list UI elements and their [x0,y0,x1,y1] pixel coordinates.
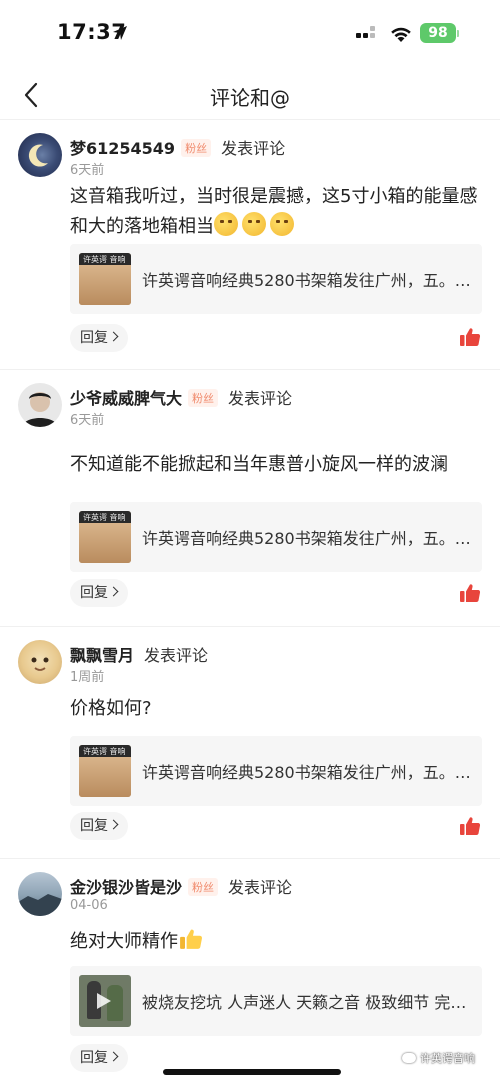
user-line: 飘飘雪月 发表评论 [70,642,208,666]
username[interactable]: 少爷威威脾气大 [70,389,182,408]
reply-button[interactable]: 回复 [70,324,128,352]
video-title: 许英谔音响经典5280书架箱发往广州，五。… [142,271,471,290]
avatar[interactable] [18,383,62,427]
username[interactable]: 金沙银沙皆是沙 [70,878,182,897]
cellular-signal-icon [356,26,382,44]
thinking-emoji-icon [214,212,238,236]
video-title: 许英谔音响经典5280书架箱发往广州，五。… [142,529,471,548]
thumb-label: 许英谔 音响 [83,255,126,264]
thumbs-up-icon[interactable] [459,582,481,604]
thinking-emoji-icon [270,212,294,236]
action-text: 发表评论 [144,646,209,665]
avatar[interactable] [18,133,62,177]
video-title: 被烧友挖坑 人声迷人 天籁之音 极致细节 完… [142,993,467,1012]
wifi-icon [391,27,411,42]
battery-icon: 98 [420,23,456,43]
fan-badge: 粉丝 [188,389,219,407]
video-card[interactable]: 许英谔 音响 许英谔音响经典5280书架箱发往广州，五。… [70,502,482,572]
comment-text-content: 绝对大师精作 [70,931,178,952]
comment-text: 不知道能不能掀起和当年惠普小旋风一样的波澜 [70,454,448,475]
action-text: 发表评论 [228,389,293,408]
reply-label: 回复 [80,585,108,601]
video-thumbnail: 许英谔 音响 [79,745,131,797]
cartoon-avatar-icon [31,657,49,671]
comment-time: 6天前 [70,413,105,428]
video-title: 许英谔音响经典5280书架箱发往广州，五。… [142,763,471,782]
video-thumbnail [79,975,131,1027]
wechat-icon [402,1053,416,1063]
action-text: 发表评论 [228,878,293,897]
location-arrow-icon [113,26,127,40]
reply-button[interactable]: 回复 [70,579,128,607]
user-line: 少爷威威脾气大 粉丝 发表评论 [70,385,292,409]
thinking-emoji-icon [242,212,266,236]
thumbs-up-emoji-icon [180,929,202,949]
page-title: 评论和@ [210,86,290,110]
comment-item: 少爷威威脾气大 粉丝 发表评论 6天前 不知道能不能掀起和当年惠普小旋风一样的波澜 … [0,371,500,627]
thumb-label: 许英谔 音响 [83,513,126,522]
comment-text: 价格如何? [70,698,152,719]
play-icon [97,993,111,1009]
reply-label: 回复 [80,818,108,834]
video-card[interactable]: 被烧友挖坑 人声迷人 天籁之音 极致细节 完… [70,966,482,1036]
thumb-label: 许英谔 音响 [83,747,126,756]
watermark-text: 许英谔音响 [420,1052,475,1065]
thumbs-up-icon[interactable] [459,326,481,348]
reply-button[interactable]: 回复 [70,1044,128,1072]
user-line: 金沙银沙皆是沙 粉丝 发表评论 [70,874,292,898]
chevron-right-icon [108,819,119,830]
status-bar: 17:37 98 [0,0,500,70]
battery-tip [457,30,459,37]
video-thumbnail: 许英谔 音响 [79,511,131,563]
reply-label: 回复 [80,1050,108,1066]
video-card[interactable]: 许英谔 音响 许英谔音响经典5280书架箱发往广州，五。… [70,736,482,806]
video-thumbnail: 许英谔 音响 [79,253,131,305]
comment-item: 梦61254549 粉丝 发表评论 6天前 这音箱我听过，当时很是震撼，这5寸小箱的… [0,121,500,370]
avatar[interactable] [18,640,62,684]
chevron-right-icon [108,331,119,342]
avatar[interactable] [18,872,62,916]
comment-time: 6天前 [70,163,105,178]
person-avatar-icon [22,392,58,427]
moon-icon [28,144,48,167]
comment-text: 这音箱我听过，当时很是震撼，这5寸小箱的能量感和大的落地箱相当 [70,182,485,242]
thumbs-up-icon[interactable] [459,815,481,837]
fan-badge: 粉丝 [188,878,219,896]
fan-badge: 粉丝 [181,139,212,157]
username[interactable]: 飘飘雪月 [70,646,134,665]
reply-button[interactable]: 回复 [70,812,128,840]
chevron-right-icon [108,1051,119,1062]
comment-time: 04-06 [70,898,108,913]
reply-label: 回复 [80,330,108,346]
action-text: 发表评论 [221,139,286,158]
chevron-right-icon [108,586,119,597]
comment-time: 1周前 [70,670,105,685]
video-card[interactable]: 许英谔 音响 许英谔音响经典5280书架箱发往广州，五。… [70,244,482,314]
comment-text: 绝对大师精作 [70,927,485,957]
user-line: 梦61254549 粉丝 发表评论 [70,135,285,159]
watermark: 许英谔音响 [402,1050,475,1066]
home-indicator[interactable] [163,1069,341,1075]
landscape-avatar-icon [18,894,62,916]
comment-item: 飘飘雪月 发表评论 1周前 价格如何? 许英谔 音响 许英谔音响经典5280书架箱… [0,628,500,859]
nav-bar: 评论和@ [0,70,500,120]
username[interactable]: 梦61254549 [70,139,175,158]
